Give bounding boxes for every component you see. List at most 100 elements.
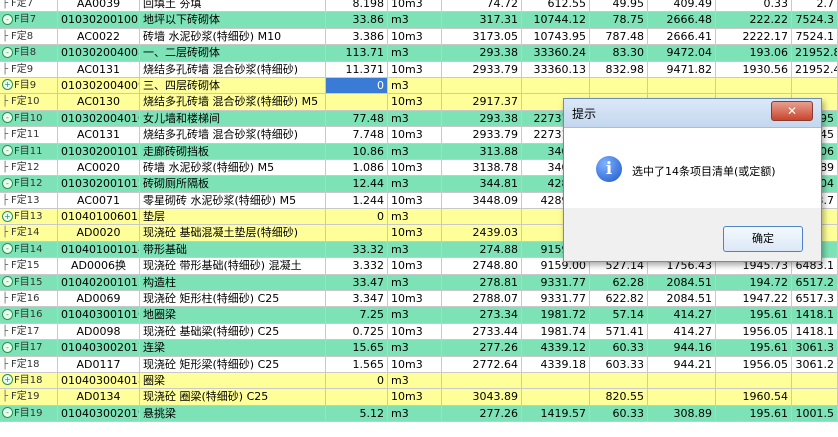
cell-labor-total[interactable]: 944.16 [648, 340, 716, 356]
cell-item-name[interactable]: 零星砌砖 水泥砂浆(特细砂) M5 [140, 192, 326, 209]
table-row[interactable]: + F目18 010403004018 圈梁 0 m3 [0, 372, 838, 390]
table-row[interactable]: - F目16 010403001016 地圈梁 7.25 m3 273.34 1981.72 5… [0, 307, 838, 324]
collapse-icon[interactable]: - [2, 13, 13, 25]
cell-total-price[interactable]: 9331.77 [522, 274, 590, 291]
expand-icon[interactable]: + [2, 374, 13, 386]
cell-item-name[interactable]: 带形基础 [140, 241, 326, 258]
collapse-icon[interactable]: - [2, 407, 13, 419]
cell-quantity[interactable] [326, 94, 388, 110]
cell-total-price[interactable]: 10743.95 [522, 28, 590, 45]
cell-quantity[interactable]: 0 [326, 372, 388, 389]
cell-row-id[interactable]: + F目9 [0, 77, 58, 94]
cell-total-price[interactable]: 612.55 [522, 0, 590, 12]
cell-quantity[interactable]: 10.86 [326, 143, 388, 159]
collapse-icon[interactable]: - [2, 177, 13, 189]
cell-item-name[interactable]: 圈梁 [140, 372, 326, 389]
cell-labor-unit[interactable]: 787.48 [590, 28, 648, 45]
cell-material-unit[interactable]: 222.22 [716, 12, 792, 28]
cell-material-total[interactable]: 3061.3 [792, 340, 838, 356]
cell-quantity[interactable]: 5.12 [326, 405, 388, 422]
cell-labor-unit[interactable]: 57.14 [590, 307, 648, 323]
cell-quantity[interactable]: 77.48 [326, 110, 388, 127]
cell-row-id[interactable]: ├ F定19 [0, 389, 58, 405]
cell-material-total[interactable]: 21952.4 [792, 61, 838, 77]
cell-material-total[interactable]: 1418.1 [792, 323, 838, 340]
cell-unit-price[interactable]: 3138.78 [442, 159, 522, 176]
cell-quantity[interactable]: 3.386 [326, 28, 388, 45]
cell-unit[interactable]: m3 [388, 241, 442, 258]
cell-material-unit[interactable]: 195.61 [716, 340, 792, 356]
cell-material-total[interactable]: 1418.1 [792, 307, 838, 323]
cell-total-price[interactable]: 33360.24 [522, 45, 590, 61]
collapse-icon[interactable]: - [2, 112, 13, 124]
table-row[interactable]: ├ F定16 AD0069 现浇砼 矩形柱(特细砂) C25 3.347 10m3 2788… [0, 291, 838, 308]
cell-unit-price[interactable]: 3173.05 [442, 28, 522, 45]
cell-item-name[interactable]: 现浇砼 带形基础(特细砂) 混凝土 [140, 258, 326, 274]
cell-row-id[interactable]: ├ F定9 [0, 61, 58, 77]
cell-unit-price[interactable]: 344.81 [442, 176, 522, 192]
cell-labor-unit[interactable]: 571.41 [590, 323, 648, 340]
cell-row-id[interactable]: - F目12 [0, 176, 58, 192]
cell-quantity[interactable]: 7.748 [326, 127, 388, 143]
cell-material-total[interactable] [792, 77, 838, 94]
cell-labor-unit[interactable]: 820.55 [590, 389, 648, 405]
cell-unit-price[interactable]: 313.88 [442, 143, 522, 159]
cell-labor-total[interactable] [648, 372, 716, 389]
cell-total-price[interactable]: 9331.77 [522, 291, 590, 307]
cell-item-code[interactable]: 010302001011 [58, 143, 140, 159]
cell-unit-price[interactable]: 293.38 [442, 45, 522, 61]
cell-item-name[interactable]: 地圈梁 [140, 307, 326, 323]
cell-quantity[interactable] [326, 389, 388, 405]
cell-unit[interactable]: 10m3 [388, 159, 442, 176]
cell-unit-price[interactable]: 2933.79 [442, 61, 522, 77]
cell-total-price[interactable] [522, 389, 590, 405]
cell-row-id[interactable]: ├ F定8 [0, 28, 58, 45]
cell-item-code[interactable]: AD0134 [58, 389, 140, 405]
cell-unit-price[interactable]: 2733.44 [442, 323, 522, 340]
cell-labor-unit[interactable]: 62.28 [590, 274, 648, 291]
cell-item-name[interactable]: 垫层 [140, 209, 326, 225]
cell-unit[interactable]: m3 [388, 274, 442, 291]
table-row[interactable]: - F目19 010403002019 悬挑梁 5.12 m3 277.26 1419.57 6… [0, 405, 838, 423]
cell-labor-unit[interactable]: 83.30 [590, 45, 648, 61]
cell-unit-price[interactable]: 277.26 [442, 405, 522, 422]
cell-labor-unit[interactable]: 603.33 [590, 356, 648, 372]
cell-quantity[interactable]: 113.71 [326, 45, 388, 61]
cell-row-id[interactable]: + F目18 [0, 372, 58, 389]
cell-quantity[interactable]: 3.347 [326, 291, 388, 307]
cell-quantity[interactable]: 3.332 [326, 258, 388, 274]
cell-item-name[interactable]: 地坪以下砖砌体 [140, 12, 326, 28]
cell-item-code[interactable]: AD0006换 [58, 258, 140, 274]
cell-total-price[interactable]: 33360.13 [522, 61, 590, 77]
cell-labor-unit[interactable]: 60.33 [590, 340, 648, 356]
cell-item-code[interactable]: AD0117 [58, 356, 140, 372]
cell-material-unit[interactable]: 1930.56 [716, 61, 792, 77]
cell-item-code[interactable]: 010302004008 [58, 45, 140, 61]
cell-labor-total[interactable]: 9472.04 [648, 45, 716, 61]
cell-labor-unit[interactable] [590, 77, 648, 94]
cell-row-id[interactable]: ├ F定11 [0, 127, 58, 143]
table-row[interactable]: ├ F定7 AA0039 回填土 夯填 8.198 10m3 74.72 612.55 49.9… [0, 0, 838, 13]
cell-unit-price[interactable]: 2772.64 [442, 356, 522, 372]
cell-item-name[interactable]: 烧结多孔砖墙 混合砂浆(特细砂) [140, 61, 326, 77]
cell-unit-price[interactable] [442, 77, 522, 94]
cell-unit[interactable]: m3 [388, 307, 442, 323]
cell-quantity[interactable]: 0 [326, 209, 388, 225]
cell-row-id[interactable]: - F目8 [0, 45, 58, 61]
cell-material-total[interactable]: 2.7 [792, 0, 838, 12]
cell-labor-total[interactable]: 944.21 [648, 356, 716, 372]
cell-unit-price[interactable]: 277.26 [442, 340, 522, 356]
cell-item-code[interactable]: 010302001007 [58, 12, 140, 28]
cell-row-id[interactable]: - F目15 [0, 274, 58, 291]
cell-quantity[interactable]: 33.47 [326, 274, 388, 291]
dialog-titlebar[interactable]: 提示 ✕ [564, 99, 821, 128]
cell-total-price[interactable]: 1419.57 [522, 405, 590, 422]
cell-item-code[interactable]: AC0131 [58, 127, 140, 143]
collapse-icon[interactable]: - [2, 145, 13, 157]
cell-quantity[interactable]: 7.25 [326, 307, 388, 323]
cell-labor-unit[interactable]: 49.95 [590, 0, 648, 12]
cell-item-code[interactable]: 010302004009 [58, 77, 140, 94]
cell-material-unit[interactable]: 1956.05 [716, 356, 792, 372]
cell-unit[interactable]: m3 [388, 12, 442, 28]
cell-row-id[interactable]: + F目13 [0, 209, 58, 225]
